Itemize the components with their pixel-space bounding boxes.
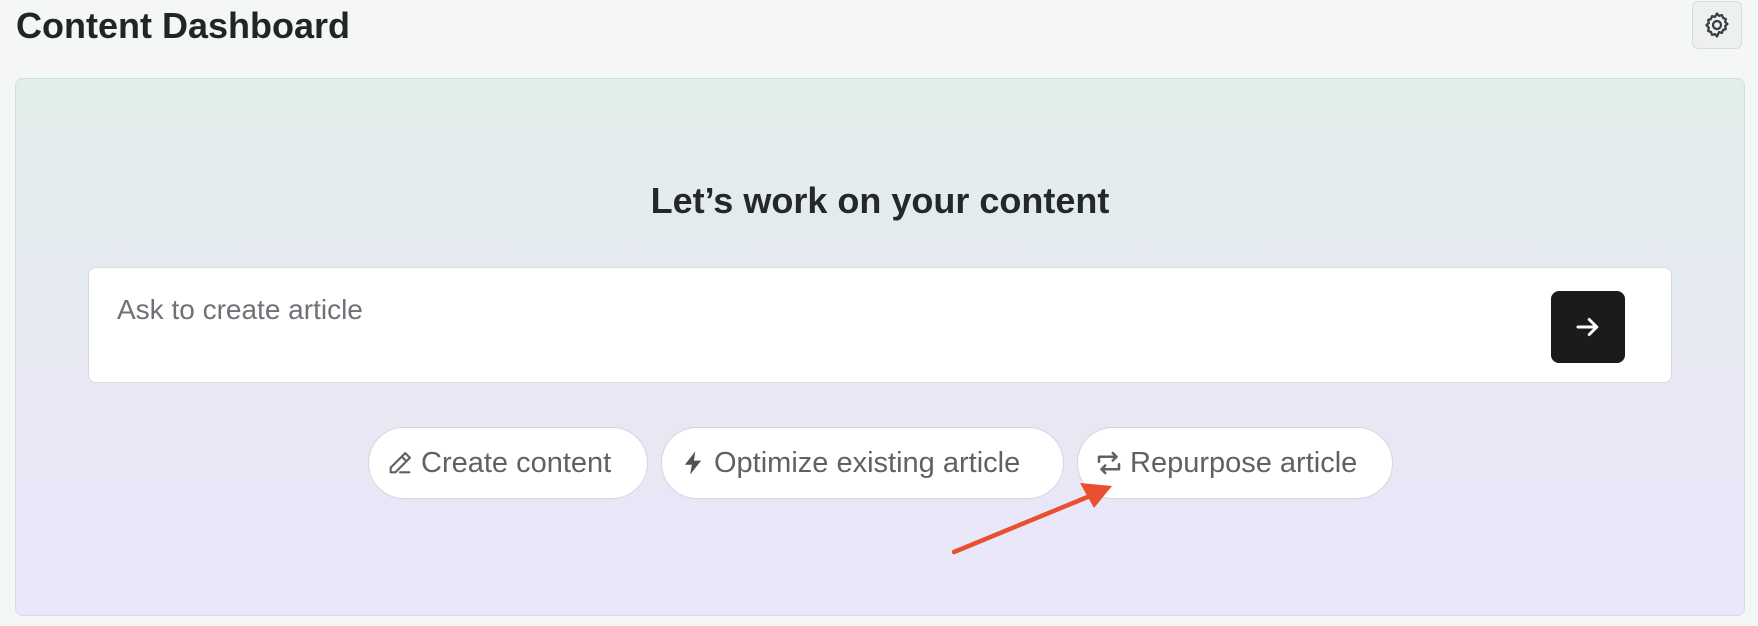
- lightning-icon: [678, 448, 708, 478]
- prompt-box: [88, 267, 1672, 383]
- arrow-right-icon: [1576, 318, 1599, 336]
- repurpose-article-button[interactable]: Repurpose article: [1077, 427, 1393, 499]
- article-prompt-input[interactable]: [117, 290, 1557, 330]
- repurpose-article-label: Repurpose article: [1130, 446, 1358, 479]
- create-content-label: Create content: [421, 446, 612, 479]
- content-hero-panel: Let’s work on your content Create conten…: [15, 78, 1745, 616]
- repeat-icon: [1094, 448, 1124, 478]
- hero-headline: Let’s work on your content: [650, 180, 1110, 221]
- optimize-article-button[interactable]: Optimize existing article: [661, 427, 1064, 499]
- create-content-button[interactable]: Create content: [368, 427, 648, 499]
- content-dashboard-page: Content Dashboard Let’s work on your con…: [0, 0, 1758, 626]
- send-button[interactable]: [1551, 291, 1625, 363]
- settings-button[interactable]: [1692, 1, 1742, 49]
- optimize-article-label: Optimize existing article: [714, 446, 1021, 479]
- pencil-icon: [385, 448, 415, 478]
- page-title: Content Dashboard: [16, 5, 351, 46]
- gear-icon: [1705, 12, 1729, 38]
